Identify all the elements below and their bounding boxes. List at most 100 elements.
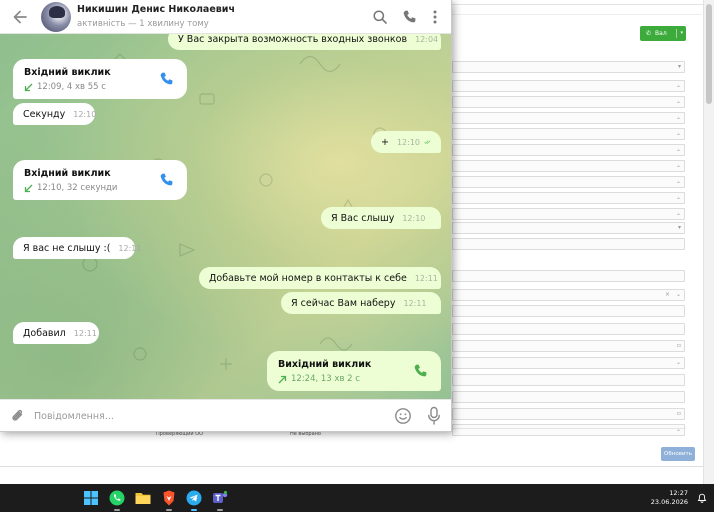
chevron-down-icon: ⌄ <box>675 98 681 105</box>
search-icon[interactable] <box>372 9 388 25</box>
windows-start-icon[interactable] <box>82 489 100 507</box>
arrow-incoming-icon <box>24 184 33 192</box>
call-meta-text: 12:24, 13 хв 2 с <box>291 374 360 384</box>
scrollbar-thumb[interactable] <box>706 4 712 104</box>
running-indicator <box>114 509 120 511</box>
emoji-icon[interactable] <box>394 407 412 425</box>
divider <box>452 14 702 15</box>
chevron-down-icon: ⌄ <box>675 114 681 121</box>
message-list[interactable]: У Вас закрыта возможность входных звонко… <box>0 34 451 399</box>
message-bubble-incoming[interactable]: Секунду 12:10 <box>13 103 97 125</box>
crm-field[interactable]: ⌄ <box>452 96 685 108</box>
calendar-icon[interactable]: ▫ <box>677 342 681 349</box>
crm-field[interactable]: ⌄ <box>452 208 685 220</box>
chevron-down-icon: ⌄ <box>675 162 681 169</box>
crm-field[interactable] <box>452 270 685 282</box>
microphone-icon[interactable] <box>427 406 441 426</box>
save-button[interactable]: Обновить <box>661 447 695 461</box>
message-bubble-outgoing[interactable]: + 12:10 <box>371 131 441 153</box>
call-meta-text: 12:10, 32 секунди <box>37 183 118 193</box>
clear-icon[interactable]: × <box>665 291 670 298</box>
crm-field[interactable] <box>452 374 685 386</box>
scrollbar[interactable] <box>703 0 714 484</box>
divider <box>676 29 677 38</box>
call-bubble-incoming[interactable]: Вхідний виклик 12:09, 4 хв 55 с <box>13 59 187 99</box>
message-bubble-incoming[interactable]: Добавил 12:11 <box>13 322 99 344</box>
phone-icon[interactable] <box>159 172 175 188</box>
crm-field[interactable] <box>452 305 685 317</box>
crm-field[interactable] <box>452 238 685 250</box>
call-meta-text: 12:09, 4 хв 55 с <box>37 82 106 92</box>
message-bubble-incoming[interactable]: Я вас не слышу :( 12:11 <box>13 237 141 259</box>
message-input[interactable] <box>34 407 374 425</box>
crm-field[interactable] <box>452 323 685 335</box>
message-bubble-outgoing[interactable]: Добавьте мой номер в контакты к себе 12:… <box>199 267 441 289</box>
running-indicator <box>166 509 172 511</box>
telegram-icon[interactable] <box>185 489 203 507</box>
message-time: 12:11 <box>414 273 438 283</box>
chevron-down-icon: ⌄ <box>675 130 681 137</box>
teams-icon[interactable] <box>211 489 229 507</box>
call-title: Вхідний виклик <box>24 168 111 179</box>
double-check-icon <box>424 140 431 144</box>
crm-field[interactable]: ▾ <box>452 61 685 73</box>
chevron-down-icon: ⌄ <box>675 178 681 185</box>
crm-field[interactable]: ▫ <box>452 408 685 420</box>
call-bubble-incoming[interactable]: Вхідний виклик 12:10, 32 секунди <box>13 160 187 200</box>
clock-date: 23.06.2026 <box>650 498 688 506</box>
phone-icon[interactable] <box>159 71 175 87</box>
message-bubble-outgoing[interactable]: Я сейчас Вам наберу 12:11 <box>281 292 441 314</box>
chat-title[interactable]: Никишин Денис Николаевич <box>77 4 235 15</box>
running-indicator <box>191 509 197 511</box>
crm-field[interactable]: ⌄ <box>452 128 685 140</box>
message-time: 12:11 <box>118 243 142 253</box>
crm-field[interactable]: ⌄ <box>452 176 685 188</box>
arrow-outgoing-icon <box>278 375 287 383</box>
crm-field[interactable]: ▾ <box>452 222 685 234</box>
phone-icon: ✆ <box>646 30 652 37</box>
back-arrow-icon[interactable] <box>10 7 30 27</box>
message-bubble-outgoing[interactable]: Я Вас слышу 12:10 <box>321 207 441 229</box>
crm-field[interactable]: ⌄ <box>452 192 685 204</box>
call-bubble-outgoing[interactable]: Вихідний виклик 12:24, 13 хв 2 с <box>267 351 441 391</box>
message-text: + <box>381 136 389 148</box>
crm-field[interactable]: × ⌄ <box>452 289 685 301</box>
composer <box>0 399 451 431</box>
avatar[interactable] <box>41 2 71 32</box>
notification-bell-icon[interactable] <box>697 493 707 503</box>
divider <box>0 466 703 467</box>
crm-call-button[interactable]: ✆ Вал ▾ <box>640 26 686 41</box>
phone-icon[interactable] <box>413 363 429 379</box>
message-text: Секунду <box>23 108 66 120</box>
chevron-down-icon: ⌄ <box>675 291 681 298</box>
crm-field[interactable]: ⌄ <box>452 160 685 172</box>
clock-time: 12:27 <box>669 489 688 497</box>
double-check-icon <box>429 217 431 219</box>
calendar-icon[interactable]: ▫ <box>677 410 681 417</box>
brave-browser-icon[interactable] <box>160 489 178 507</box>
message-text: Я сейчас Вам наберу <box>291 297 396 309</box>
crm-field[interactable] <box>452 391 685 403</box>
file-explorer-icon[interactable] <box>134 489 152 507</box>
divider <box>452 4 714 5</box>
chat-header: Никишин Денис Николаевич активність — 1 … <box>0 0 451 34</box>
crm-field[interactable]: ⌄ <box>452 357 685 369</box>
crm-field[interactable]: ▫ <box>452 340 685 352</box>
crm-field[interactable]: ⌄ <box>452 144 685 156</box>
whatsapp-icon[interactable] <box>108 489 126 507</box>
phone-icon[interactable] <box>402 9 418 25</box>
crm-field[interactable]: ⌄ <box>452 80 685 92</box>
crm-call-button-label: Вал <box>655 30 667 37</box>
chevron-down-icon: ⌄ <box>675 82 681 89</box>
message-time: 12:11 <box>403 298 427 308</box>
more-options-icon[interactable] <box>427 9 443 25</box>
message-time: 12:10 <box>73 109 97 119</box>
message-time: 12:10 <box>396 137 421 147</box>
call-meta: 12:09, 4 хв 55 с <box>24 82 106 92</box>
system-clock[interactable]: 12:27 23.06.2026 <box>651 489 688 507</box>
chevron-down-icon: ▾ <box>677 63 681 70</box>
message-bubble-outgoing[interactable]: У Вас закрыта возможность входных звонко… <box>168 34 441 50</box>
paperclip-icon[interactable] <box>10 408 26 424</box>
crm-field[interactable]: ⌄ <box>452 112 685 124</box>
chevron-down-icon[interactable]: ▾ <box>680 30 683 36</box>
